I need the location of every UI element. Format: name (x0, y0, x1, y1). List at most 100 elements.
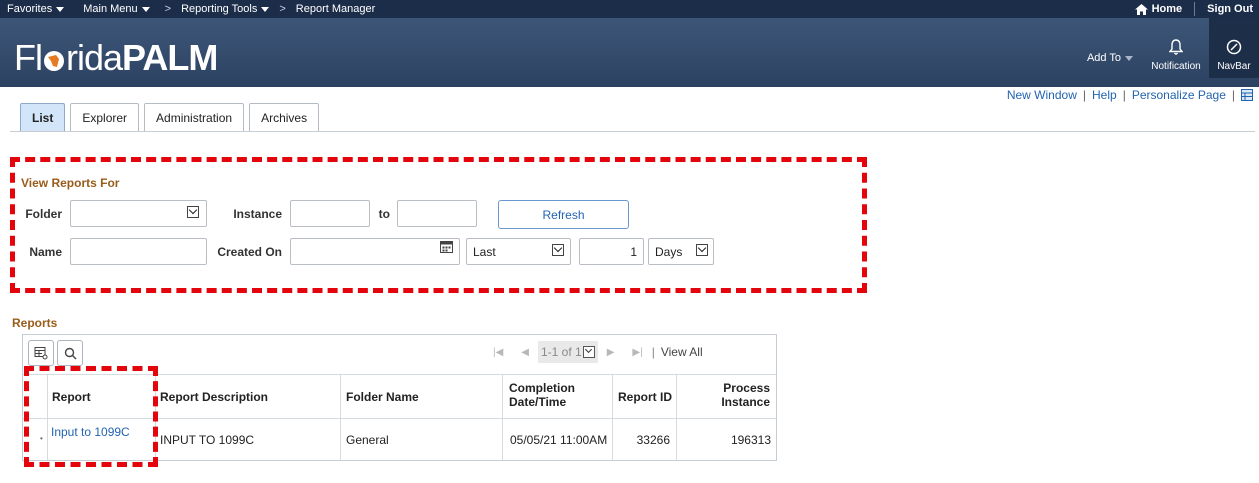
row-count-dropdown-icon (582, 345, 595, 358)
last-value: Last (473, 244, 496, 259)
previous-page-icon[interactable]: ◀ (521, 347, 529, 358)
last-page-icon[interactable]: ▶| (632, 347, 642, 358)
navbar-label: NavBar (1217, 61, 1251, 72)
created-on-input[interactable] (290, 238, 460, 265)
reporting-tools-label: Reporting Tools (181, 3, 258, 15)
report-manager-breadcrumb[interactable]: Report Manager (289, 0, 383, 18)
page-links: New Window | Help | Personalize Page | (1001, 87, 1253, 103)
chevron-down-icon (56, 6, 65, 12)
topbar-right: Home Sign Out (1128, 0, 1259, 18)
logo-text-fl: Fl (14, 37, 43, 78)
new-window-link[interactable]: New Window (1001, 88, 1083, 102)
favorites-menu[interactable]: Favorites (0, 0, 71, 18)
pager-separator: | (651, 345, 655, 359)
view-all-link[interactable]: View All (661, 345, 703, 359)
refresh-button[interactable]: Refresh (498, 200, 629, 229)
navbar-button[interactable]: NavBar (1209, 18, 1259, 78)
tab-list[interactable]: List (20, 103, 66, 131)
logo-text-palm: PALM (122, 37, 218, 78)
column-header-process-instance[interactable]: Process Instance (706, 381, 770, 409)
column-divider (612, 374, 613, 460)
name-input[interactable] (70, 238, 207, 265)
favorites-label: Favorites (7, 3, 53, 15)
bell-icon (1169, 39, 1183, 55)
home-icon (1134, 3, 1148, 15)
report-manager-tabs: List Explorer Administration Archives (20, 103, 324, 131)
grid-pager: |◀ ◀ 1-1 of 1 ▶ ▶| | View All (484, 341, 703, 363)
process-header-line1: Process (723, 381, 770, 395)
reports-title: Reports (12, 316, 58, 330)
folder-name-cell: General (346, 433, 389, 447)
name-label: Name (29, 245, 62, 259)
process-header-line2: Instance (721, 395, 770, 409)
logo-text-rida: rida (66, 37, 123, 78)
tab-archives[interactable]: Archives (249, 103, 320, 131)
chevron-down-icon (141, 6, 150, 12)
next-page-icon[interactable]: ▶ (607, 347, 615, 358)
folder-label: Folder (25, 207, 62, 221)
tab-divider (10, 131, 1255, 132)
column-divider (676, 374, 677, 460)
days-count-value: 1 (630, 244, 637, 259)
tab-explorer[interactable]: Explorer (70, 103, 140, 131)
tab-administration[interactable]: Administration (144, 103, 245, 131)
calendar-icon[interactable] (440, 240, 453, 253)
breadcrumb-separator: > (164, 3, 172, 15)
report-manager-label: Report Manager (295, 3, 376, 15)
first-page-icon[interactable]: |◀ (493, 347, 503, 358)
add-to-menu[interactable]: Add To (1077, 52, 1143, 64)
home-link[interactable]: Home (1128, 0, 1195, 18)
days-count-input[interactable]: 1 (579, 238, 644, 265)
search-icon (64, 347, 76, 359)
highlight-box-report-column (24, 366, 158, 467)
help-link[interactable]: Help (1086, 88, 1123, 102)
notification-button[interactable]: Notification (1143, 18, 1209, 78)
column-header-completion[interactable]: Completion Date/Time (509, 381, 575, 409)
created-on-label: Created On (217, 245, 282, 259)
add-to-label: Add To (1086, 52, 1121, 64)
notification-label: Notification (1151, 61, 1201, 72)
completion-header-line1: Completion (509, 381, 575, 395)
personalize-page-link[interactable]: Personalize Page (1126, 88, 1232, 102)
instance-from-input[interactable] (290, 200, 370, 227)
days-dropdown-icon[interactable] (696, 244, 708, 256)
column-header-description[interactable]: Report Description (160, 390, 268, 404)
column-divider (502, 374, 503, 460)
last-dropdown-icon[interactable] (552, 244, 564, 256)
banner-actions: Add To Notification NavBar (1077, 18, 1259, 87)
grid-personalize-button[interactable] (28, 340, 54, 366)
column-header-report-id[interactable]: Report ID (618, 390, 672, 404)
sign-out-link[interactable]: Sign Out (1195, 0, 1259, 18)
grid-settings-icon (34, 347, 48, 360)
completion-cell: 05/05/21 11:00AM (510, 433, 608, 447)
grid-icon[interactable] (1241, 89, 1253, 101)
report-description-cell: INPUT TO 1099C (160, 433, 255, 447)
instance-label: Instance (233, 207, 282, 221)
column-header-folder[interactable]: Folder Name (346, 390, 419, 404)
completion-header-line2: Date/Time (509, 395, 567, 409)
report-id-cell: 33266 (636, 433, 670, 447)
row-count-label: 1-1 of 1 (541, 345, 582, 359)
folder-dropdown-icon[interactable] (187, 206, 199, 218)
breadcrumb-separator: > (279, 3, 286, 15)
column-divider (340, 374, 341, 460)
instance-to-input[interactable] (397, 200, 477, 227)
main-menu[interactable]: Main Menu (71, 0, 156, 18)
grid-search-button[interactable] (57, 340, 83, 366)
main-menu-label: Main Menu (83, 3, 138, 15)
florida-sun-icon (44, 51, 64, 71)
top-menu-bar: Favorites Main Menu > Reporting Tools > … (0, 0, 1259, 18)
link-separator: | (1231, 88, 1235, 102)
reporting-tools-menu[interactable]: Reporting Tools (174, 0, 276, 18)
process-instance-cell: 196313 (730, 433, 771, 447)
row-count-select[interactable]: 1-1 of 1 (538, 341, 598, 363)
sign-out-label: Sign Out (1207, 3, 1253, 15)
home-label: Home (1151, 3, 1183, 15)
view-reports-for-title: View Reports For (21, 176, 120, 190)
compass-icon (1226, 39, 1242, 55)
days-value: Days (655, 244, 683, 259)
florida-palm-logo: Fl ridaPALM (14, 37, 218, 78)
chevron-down-icon (261, 6, 270, 12)
to-label: to (378, 207, 390, 221)
chevron-down-icon (1125, 55, 1133, 61)
